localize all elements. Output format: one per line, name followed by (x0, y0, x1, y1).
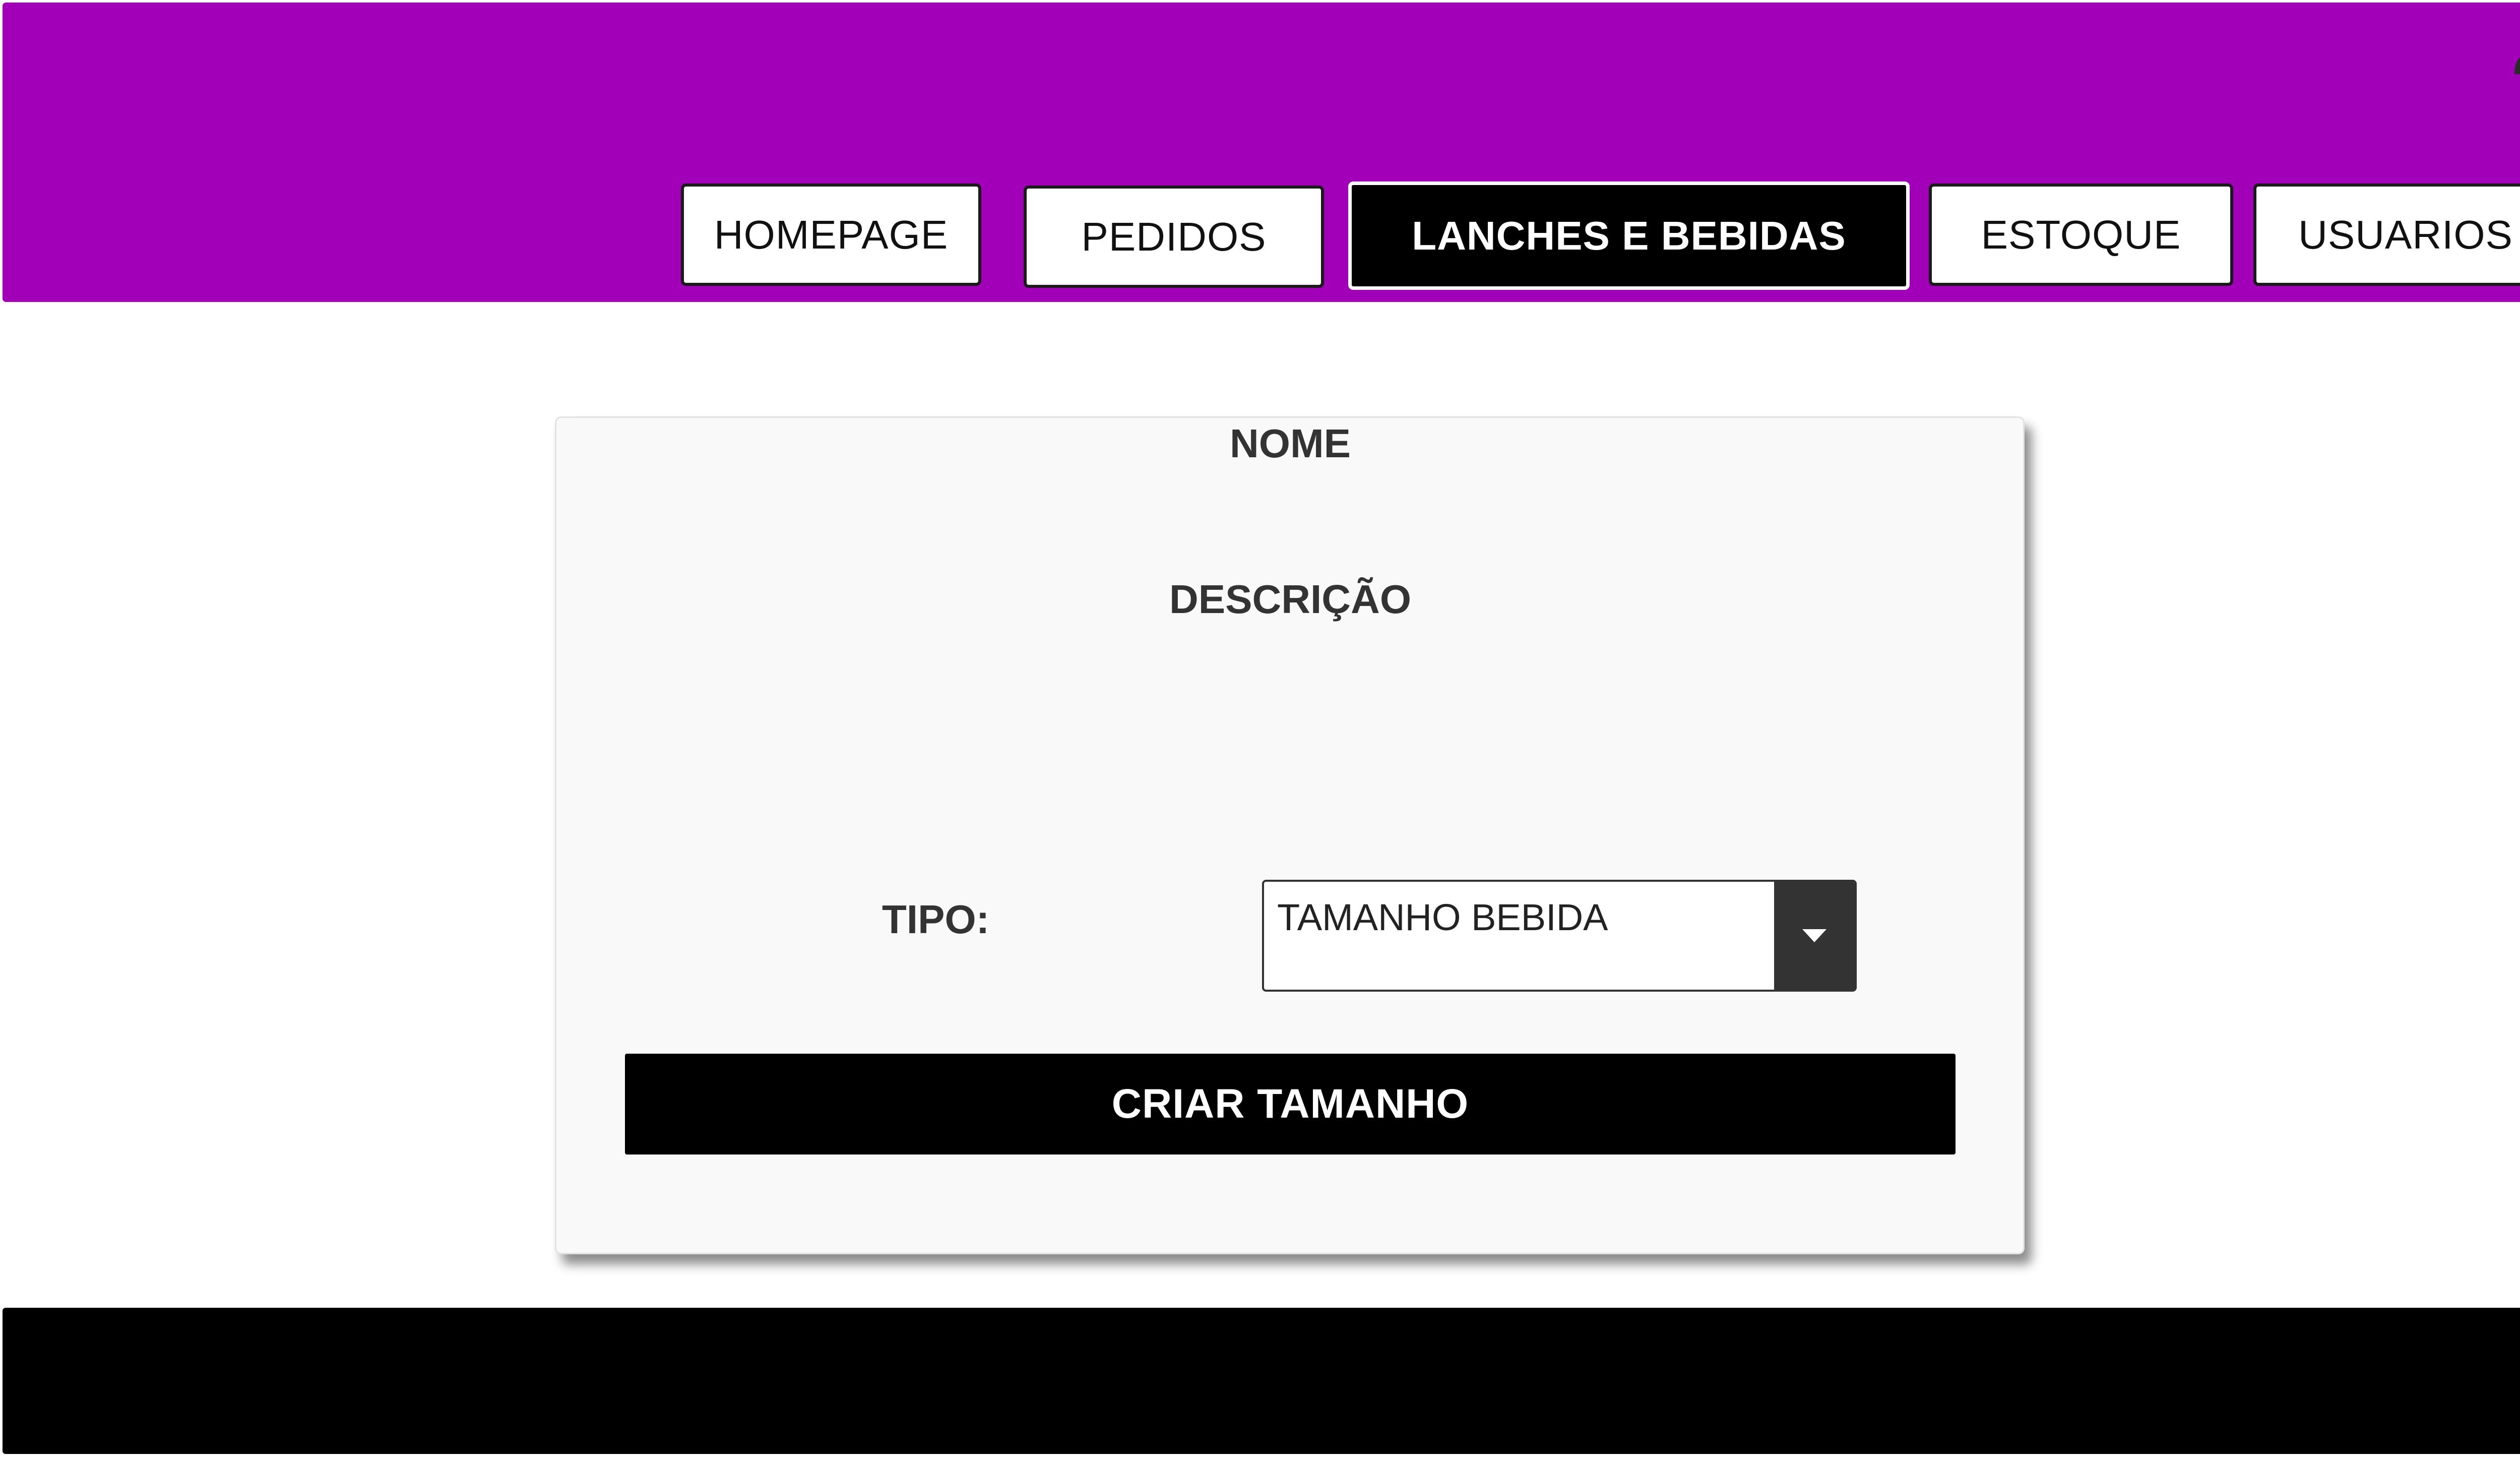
nav-homepage-button[interactable]: HOMEPAGE (681, 184, 981, 286)
criar-tamanho-button[interactable]: CRIAR TAMANHO (625, 1054, 1956, 1155)
type-select-value: TAMANHO BEBIDA (1277, 896, 1608, 938)
page: HOMEPAGE PEDIDOS LANCHES E BEBIDAS ESTOQ… (0, 0, 2520, 1458)
description-label: DESCRIÇÃO (1169, 577, 1412, 622)
type-select[interactable]: TAMANHO BEBIDA (1262, 880, 1857, 992)
nav-usuarios-button[interactable]: USUARIOS (2253, 184, 2520, 286)
type-label: TIPO: (882, 897, 990, 942)
user-account-icon[interactable] (2512, 21, 2520, 83)
footer-bar (3, 1308, 2520, 1454)
header-bar: HOMEPAGE PEDIDOS LANCHES E BEBIDAS ESTOQ… (3, 3, 2520, 302)
name-label: NOME (1230, 421, 1351, 466)
nav-lanches-e-bebidas-button[interactable]: LANCHES E BEBIDAS (1348, 181, 1910, 290)
caret-down-icon[interactable] (1774, 882, 1855, 990)
nav-pedidos-button[interactable]: PEDIDOS (1024, 186, 1324, 288)
nav-estoque-button[interactable]: ESTOQUE (1929, 184, 2233, 286)
